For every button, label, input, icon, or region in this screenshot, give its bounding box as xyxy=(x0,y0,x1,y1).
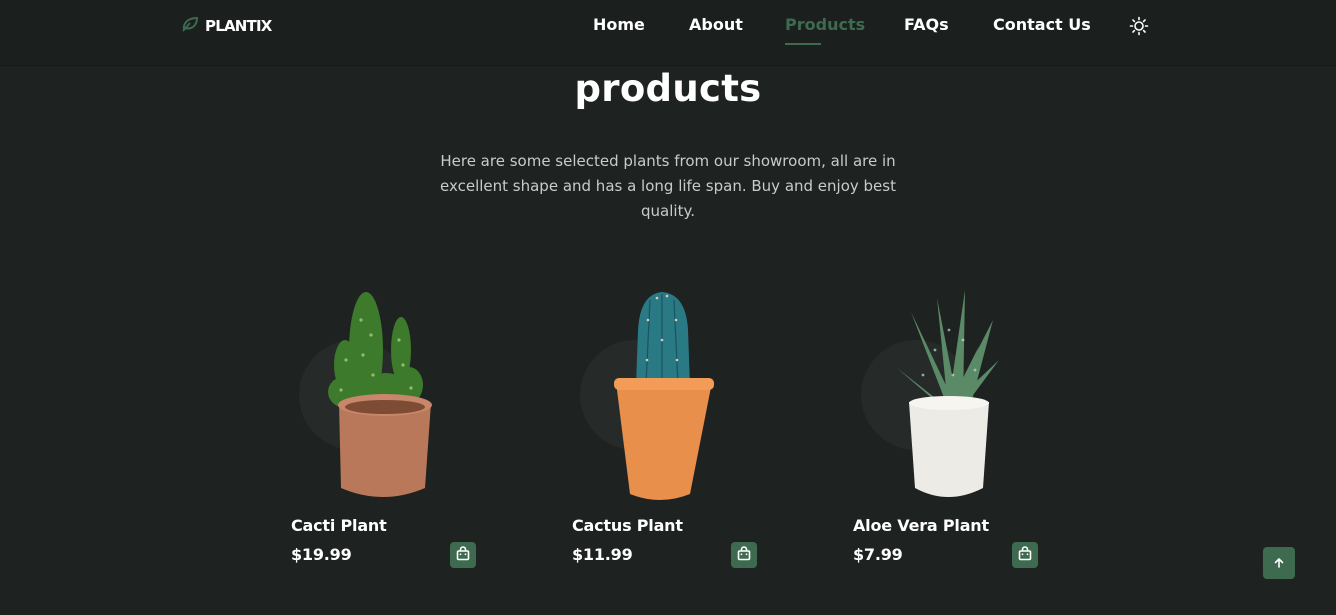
section-description: Here are some selected plants from our s… xyxy=(440,152,896,220)
product-card: Aloe Vera Plant $7.99 xyxy=(853,280,1043,570)
nav-products[interactable]: Products xyxy=(785,15,865,34)
shopping-bag-icon xyxy=(1017,545,1033,565)
active-nav-indicator xyxy=(785,43,821,45)
product-name: Aloe Vera Plant xyxy=(853,516,989,535)
product-price: $19.99 xyxy=(291,545,352,564)
brand-name: PLANTIX xyxy=(205,17,272,35)
nav-home[interactable]: Home xyxy=(593,15,645,34)
nav-contact-us[interactable]: Contact Us xyxy=(993,15,1091,34)
add-to-cart-button[interactable] xyxy=(731,542,757,568)
page-title: products xyxy=(574,67,762,110)
product-name: Cactus Plant xyxy=(572,516,683,535)
sun-icon[interactable] xyxy=(1129,16,1149,36)
cacti-plant-image xyxy=(328,292,432,497)
add-to-cart-button[interactable] xyxy=(1012,542,1038,568)
site-header: PLANTIX Home About Products FAQs Contact… xyxy=(0,0,1336,66)
product-name: Cacti Plant xyxy=(291,516,387,535)
brand-logo[interactable]: PLANTIX xyxy=(181,16,272,36)
nav-faqs[interactable]: FAQs xyxy=(904,15,949,34)
nav-about[interactable]: About xyxy=(689,15,743,34)
product-card: Cactus Plant $11.99 xyxy=(572,280,762,570)
shopping-bag-icon xyxy=(736,545,752,565)
product-card: Cacti Plant $19.99 xyxy=(291,280,481,570)
aloe-vera-plant-image xyxy=(897,290,999,497)
cactus-plant-image xyxy=(614,292,714,500)
product-price: $11.99 xyxy=(572,545,633,564)
scroll-to-top-button[interactable] xyxy=(1263,547,1295,579)
product-price: $7.99 xyxy=(853,545,903,564)
add-to-cart-button[interactable] xyxy=(450,542,476,568)
shopping-bag-icon xyxy=(455,545,471,565)
arrow-up-icon xyxy=(1273,554,1285,573)
leaf-icon xyxy=(181,16,199,36)
